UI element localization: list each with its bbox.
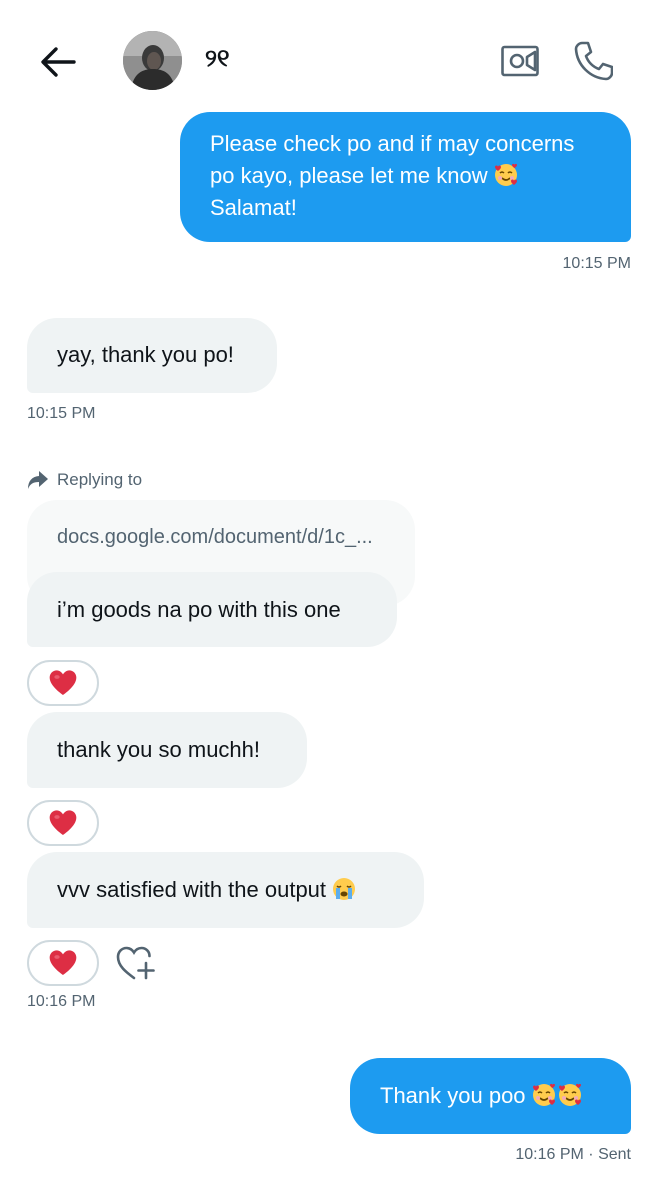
add-reaction-button[interactable] — [116, 945, 156, 983]
message-timestamp: 10:15 PM — [562, 255, 631, 272]
message-text: i’m goods na po with this one — [57, 597, 341, 622]
smiling-face-with-hearts-icon — [532, 1083, 556, 1107]
message-line: Salamat! — [210, 195, 297, 220]
message-timestamp: 10:16 PM · Sent — [515, 1146, 631, 1163]
video-camera-icon — [501, 45, 539, 77]
quoted-link-text: docs.google.com/document/d/1c_... — [57, 526, 373, 548]
received-message-bubble[interactable]: thank you so muchh! — [27, 712, 307, 788]
arrow-left-icon — [41, 47, 76, 77]
message-line: po kayo, please let me know — [210, 160, 605, 192]
reply-arrow-icon — [28, 471, 48, 489]
voice-call-button[interactable] — [573, 40, 614, 82]
conversation-header: ୨୧ — [0, 0, 658, 115]
add-reaction-heart-icon — [116, 946, 155, 980]
message-text: yay, thank you po! — [57, 342, 234, 367]
avatar-photo — [123, 31, 182, 90]
message-line-text: po kayo, please let me know — [210, 163, 488, 188]
message-text: Thank you poo — [380, 1083, 526, 1108]
loudly-crying-face-icon — [332, 877, 356, 901]
replying-to-indicator: Replying to — [27, 467, 142, 493]
message-text: vvv satisfied with the output — [57, 877, 327, 902]
heart-icon — [46, 667, 80, 699]
video-call-button[interactable] — [500, 40, 540, 80]
heart-reaction[interactable] — [27, 660, 99, 706]
heart-reaction[interactable] — [27, 800, 99, 846]
received-message-bubble[interactable]: yay, thank you po! — [27, 318, 277, 393]
sent-message-bubble[interactable]: Please check po and if may concerns po k… — [180, 112, 631, 242]
heart-icon — [46, 947, 80, 979]
heart-reaction[interactable] — [27, 940, 99, 986]
back-button[interactable] — [38, 44, 78, 80]
smiling-face-with-hearts-icon — [558, 1083, 582, 1107]
smiling-face-with-hearts-icon — [494, 163, 518, 187]
message-timestamp: 10:16 PM — [27, 993, 96, 1010]
received-message-bubble[interactable]: vvv satisfied with the output — [27, 852, 424, 928]
phone-icon — [574, 41, 614, 81]
message-line: Please check po and if may concerns — [210, 131, 575, 156]
heart-icon — [46, 807, 80, 839]
avatar[interactable] — [123, 31, 182, 90]
received-message-bubble[interactable]: i’m goods na po with this one — [27, 572, 397, 647]
contact-name[interactable]: ୨୧ — [205, 44, 229, 74]
sent-message-bubble[interactable]: Thank you poo — [350, 1058, 631, 1134]
replying-to-label: Replying to — [57, 470, 143, 489]
message-text: thank you so muchh! — [57, 737, 261, 762]
message-timestamp: 10:15 PM — [27, 405, 96, 422]
